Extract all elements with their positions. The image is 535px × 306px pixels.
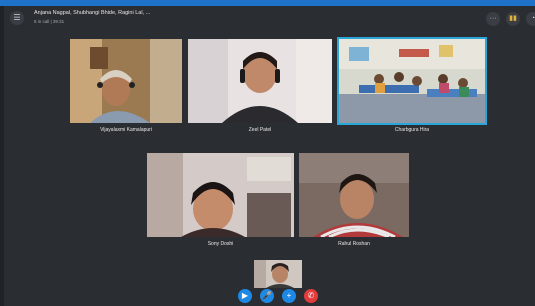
participant-video-2 — [188, 39, 332, 123]
call-title: Anjana Nagpal, Shubhangi Bhide, Ragini L… — [34, 10, 151, 16]
call-header: ☰ Anjana Nagpal, Shubhangi Bhide, Ragini… — [4, 6, 535, 30]
signal-strength-icon[interactable]: ▮▮ — [506, 12, 520, 26]
participant-video-4 — [147, 153, 294, 237]
video-toggle-button[interactable]: ▶ — [238, 289, 252, 303]
add-participant-button[interactable]: + — [282, 289, 296, 303]
self-video — [254, 260, 302, 288]
participant-video-5 — [299, 153, 409, 237]
participant-tile-5[interactable] — [299, 153, 409, 237]
participant-tile-3[interactable] — [339, 39, 485, 123]
end-call-button[interactable]: ✆ — [304, 289, 318, 303]
participant-name-5: Rahul Roshan — [338, 241, 370, 247]
participant-tile-2[interactable] — [188, 39, 332, 123]
participant-video-3 — [339, 39, 485, 123]
participant-video-1 — [70, 39, 182, 123]
participant-tile-1[interactable] — [70, 39, 182, 123]
call-window: ☰ Anjana Nagpal, Shubhangi Bhide, Ragini… — [4, 6, 535, 306]
self-view-preview[interactable] — [254, 260, 302, 288]
participant-name-4: Sony Doshi — [207, 241, 234, 247]
participant-name-1: Vijayalaxmi Kamalapuri — [100, 127, 152, 133]
mic-toggle-button[interactable]: 🎤 — [260, 289, 274, 303]
participant-tile-4[interactable] — [147, 153, 294, 237]
participant-name-2: Zeel Patel — [248, 127, 272, 133]
call-group-icon[interactable]: ☰ — [10, 11, 24, 25]
call-status: 5 in call | 39:31 — [34, 19, 65, 24]
participant-name-3: Charbgura Hira — [394, 127, 430, 133]
chat-icon[interactable]: ◔ — [526, 12, 535, 26]
more-options-button[interactable]: ··· — [486, 12, 500, 26]
